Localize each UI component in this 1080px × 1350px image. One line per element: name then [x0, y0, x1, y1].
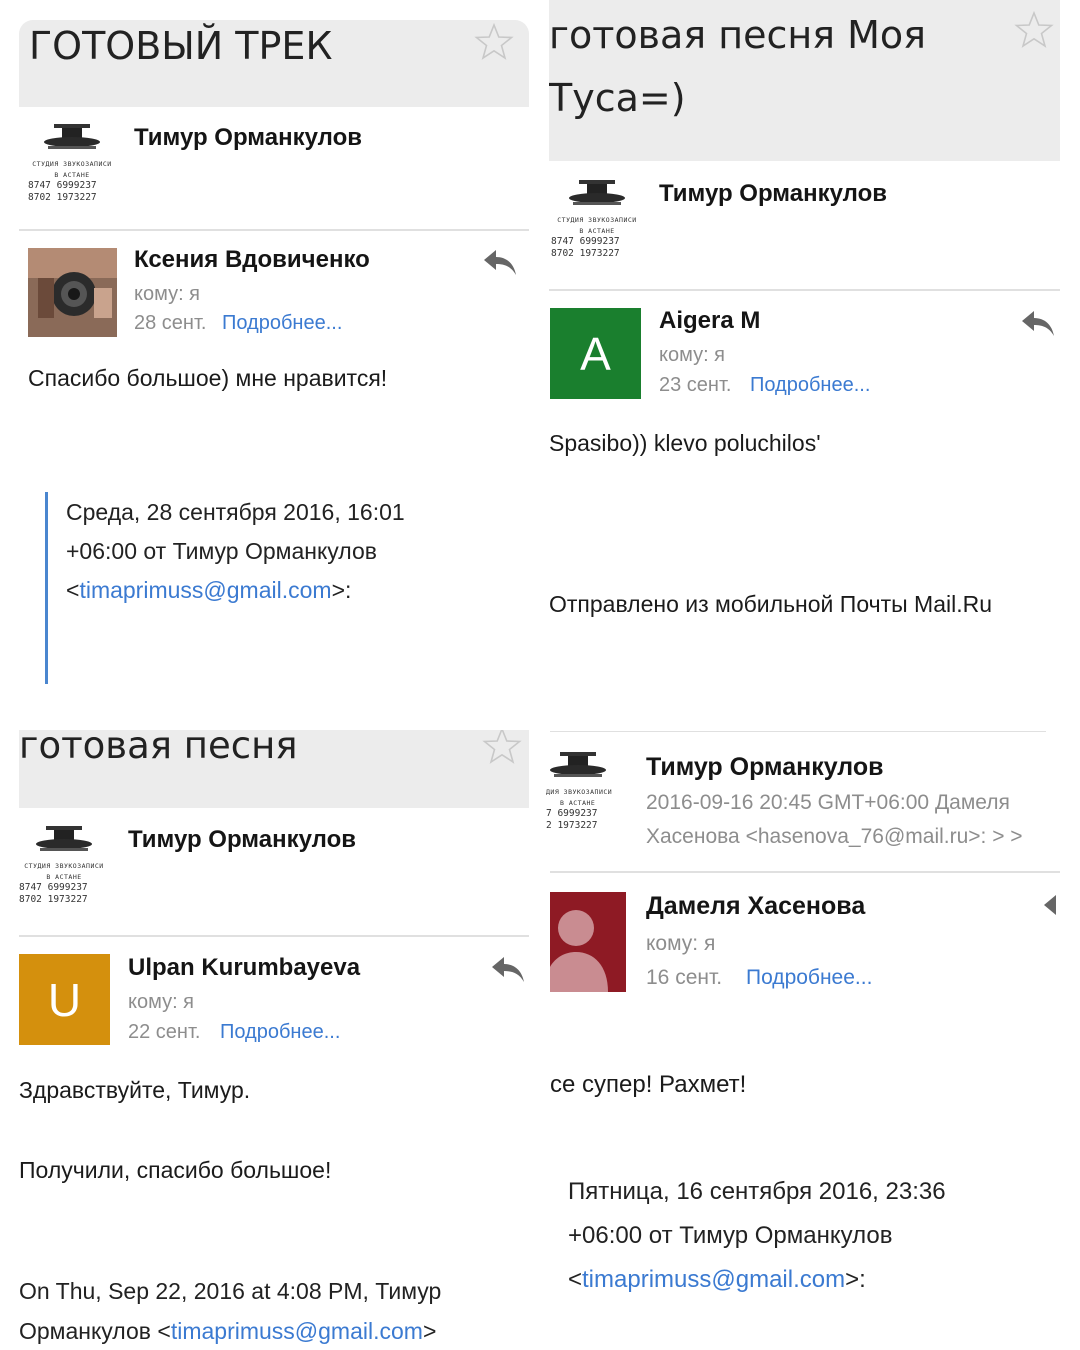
quoted-header: Среда, 28 сентября 2016, 16:01 +06:00 от…	[66, 493, 526, 610]
star-icon[interactable]	[474, 22, 514, 62]
email-body-text: Получили, спасибо большое!	[19, 1157, 332, 1183]
subject-bar: готовая песня Моя Туса=)	[549, 0, 1060, 161]
reply-icon[interactable]	[490, 954, 526, 984]
divider	[19, 229, 529, 231]
recipient-label: кому: я	[128, 991, 195, 1013]
divider	[550, 871, 1060, 873]
logo-phone-2: 8702 1973227	[551, 248, 620, 259]
details-link[interactable]: Подробнее...	[220, 1021, 340, 1044]
quote-line-1: Среда, 28 сентября 2016, 16:01	[66, 499, 405, 525]
details-link[interactable]: Подробнее...	[222, 312, 342, 335]
quote-line-3: <timaprimuss@gmail.com>:	[66, 571, 526, 610]
divider	[549, 289, 1060, 291]
email-body-greeting: Здравствуйте, Тимур.	[19, 1077, 251, 1103]
quote-line-1: On Thu, Sep 22, 2016 at 4:08 PM, Тимур	[19, 1278, 442, 1304]
quote-bracket-close: >	[422, 1318, 437, 1344]
quote-email-link[interactable]: timaprimuss@gmail.com	[582, 1266, 845, 1293]
reply-sender-name[interactable]: Ulpan Kurumbayeva	[128, 954, 360, 982]
avatar[interactable]	[550, 892, 626, 992]
reply-sender-name[interactable]: Ксения Вдовиченко	[134, 246, 370, 274]
email-body: се супер! Рахмет!	[550, 1071, 747, 1098]
email-body: Спасибо большое) мне нравится!	[28, 365, 388, 391]
email-date: 16 сент.	[646, 966, 723, 989]
message-preview-line-2: Хасенова <hasenova_76@mail.ru>: > >	[646, 825, 1023, 848]
divider	[550, 731, 1046, 732]
reply-icon[interactable]	[482, 247, 518, 277]
quote-bar	[45, 492, 48, 684]
email-date: 28 сент.	[134, 312, 207, 334]
email-date: 22 сент.	[128, 1021, 201, 1043]
sender-name[interactable]: Тимур Орманкулов	[659, 180, 887, 208]
microphone-logo-icon	[36, 826, 92, 851]
sender-name[interactable]: Тимур Орманкулов	[128, 826, 356, 854]
microphone-logo-icon	[44, 124, 100, 149]
logo-phone-1: 8747 6999237	[551, 236, 620, 247]
email-panel-thread-dameliya: ДИЯ ЗВУКОЗАПИСИ В АСТАНЕ 7 6999237 2 197…	[540, 700, 1080, 1350]
studio-logo: СТУДИЯ ЗВУКОЗАПИСИ В АСТАНЕ 8747 6999237…	[549, 176, 645, 268]
logo-phone-1: 8747 6999237	[19, 882, 88, 893]
email-body: Spasibo)) klevo poluchilos'	[549, 430, 821, 456]
photo-avatar-icon	[28, 248, 117, 337]
quote-email-link[interactable]: timaprimuss@gmail.com	[171, 1318, 423, 1344]
logo-phone-2: 8702 1973227	[19, 894, 88, 905]
studio-logo: СТУДИЯ ЗВУКОЗАПИСИ В АСТАНЕ 8747 6999237…	[16, 822, 112, 914]
message-preview-line-1: 2016-09-16 20:45 GMT+06:00 Дамеля	[646, 791, 1010, 814]
studio-logo: ДИЯ ЗВУКОЗАПИСИ В АСТАНЕ 7 6999237 2 197…	[546, 748, 626, 840]
quote-bracket-close: >:	[331, 577, 352, 603]
avatar[interactable]: A	[550, 308, 641, 399]
recipient-label: кому: я	[134, 283, 201, 305]
avatar-letter: A	[580, 327, 611, 380]
quote-line-2: Орманкулов <timaprimuss@gmail.com>	[19, 1311, 534, 1350]
email-panel-gotovaya-pesnya-tusa: готовая песня Моя Туса=) СТУДИЯ ЗВУКОЗАП…	[540, 0, 1080, 700]
divider	[19, 935, 529, 937]
microphone-logo-icon	[569, 180, 625, 205]
avatar[interactable]	[28, 248, 117, 337]
quote-line-1: Пятница, 16 сентября 2016, 23:36	[568, 1178, 946, 1205]
star-icon[interactable]	[1014, 10, 1054, 50]
logo-phone-2: 8702 1973227	[28, 192, 97, 203]
sender-name[interactable]: Тимур Орманкулов	[646, 753, 883, 782]
avatar[interactable]: U	[19, 954, 110, 1045]
quote-bracket-open: <	[66, 577, 80, 603]
subject-bar: ГОТОВЫЙ ТРЕК	[19, 20, 529, 107]
logo-phone-2: 2 1973227	[546, 820, 598, 831]
email-date: 23 сент.	[659, 374, 732, 396]
quote-line-2: +06:00 от Тимур Орманкулов	[66, 538, 377, 564]
email-signature: Отправлено из мобильной Почты Mail.Ru	[549, 591, 993, 617]
star-icon[interactable]	[482, 730, 522, 766]
quote-line-2: +06:00 от Тимур Орманкулов	[568, 1222, 893, 1249]
details-link[interactable]: Подробнее...	[746, 966, 872, 990]
quote-bracket-open: <	[568, 1266, 583, 1293]
reply-sender-name[interactable]: Aigera M	[659, 307, 760, 335]
studio-logo: СТУДИЯ ЗВУКОЗАПИСИ В АСТАНЕ 8747 6999237…	[24, 120, 120, 212]
email-panel-gotovyi-trek: ГОТОВЫЙ ТРЕК СТУДИЯ ЗВУКОЗАПИСИ В АСТАНЕ…	[0, 0, 540, 700]
logo-phone-1: 8747 6999237	[28, 180, 97, 191]
avatar-letter: U	[47, 973, 82, 1026]
email-subject-line-2: Туса=)	[549, 76, 686, 120]
details-link[interactable]: Подробнее...	[750, 374, 870, 397]
quote-email-link[interactable]: timaprimuss@gmail.com	[79, 577, 331, 603]
person-placeholder-icon	[550, 910, 608, 992]
reply-icon[interactable]	[1020, 308, 1056, 338]
reply-sender-name[interactable]: Дамеля Хасенова	[646, 892, 865, 921]
logo-phone-1: 7 6999237	[546, 808, 598, 819]
email-subject-line-1: готовая песня Моя	[549, 13, 927, 57]
subject-bar: готовая песня	[19, 730, 529, 808]
quote-bracket-close: >:	[845, 1266, 866, 1293]
quote-line-3: <timaprimuss@gmail.com>:	[568, 1258, 1068, 1302]
reply-icon[interactable]	[1042, 892, 1064, 922]
sender-name[interactable]: Тимур Орманкулов	[134, 124, 362, 152]
email-subject: ГОТОВЫЙ ТРЕК	[29, 24, 333, 68]
recipient-label: кому: я	[659, 344, 726, 366]
quote-line-2-prefix: Орманкулов <	[19, 1318, 171, 1344]
email-subject: готовая песня	[19, 730, 298, 767]
microphone-logo-icon	[550, 752, 606, 777]
quoted-header: On Thu, Sep 22, 2016 at 4:08 PM, Тимур О…	[19, 1271, 534, 1350]
email-panel-gotovaya-pesnya: готовая песня СТУДИЯ ЗВУКОЗАПИСИ В АСТАН…	[0, 700, 540, 1350]
recipient-label: кому: я	[646, 932, 716, 955]
quoted-header: Пятница, 16 сентября 2016, 23:36 +06:00 …	[568, 1170, 1068, 1302]
